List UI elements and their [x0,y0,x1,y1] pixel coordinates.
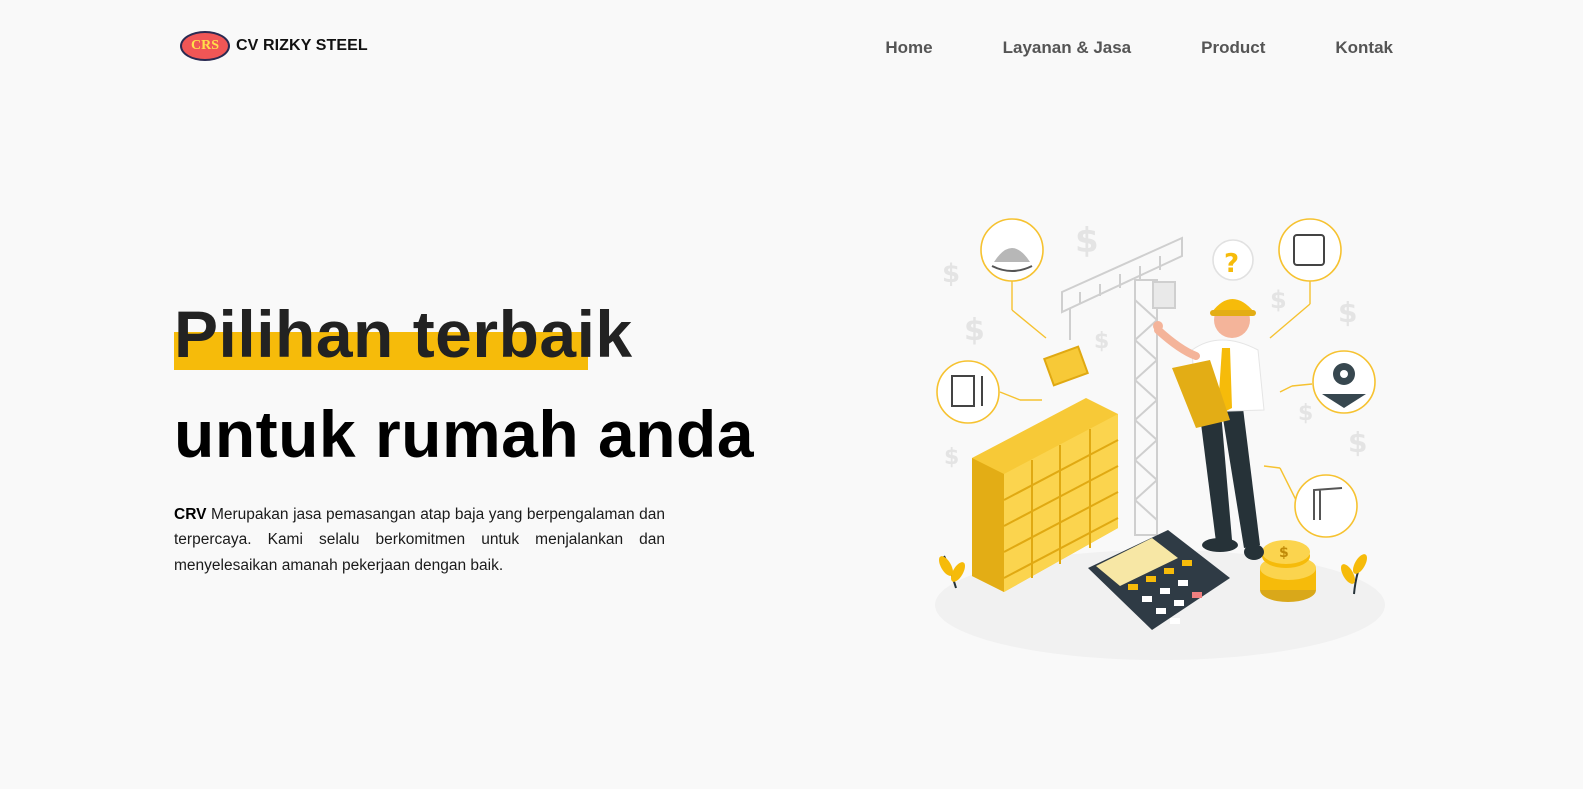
hero-title-line1: Pilihan terbaik [174,297,633,371]
svg-text:?: ? [1224,249,1239,279]
logo-text: CRS [190,38,219,53]
coin-stack-icon: $ [1260,540,1316,602]
worker-figure [1153,299,1265,560]
hero-description-text: Merupakan jasa pemasangan atap baja yang… [174,505,665,574]
brand-logo[interactable]: CRS [180,31,230,61]
hero-title: Pilihan terbaik untuk rumah anda [174,292,754,476]
main-menu: Home Layanan & Jasa Product Kontak [885,38,1393,58]
svg-text:$: $ [1270,286,1287,314]
hero-title-line1-wrap: Pilihan terbaik [174,292,633,376]
nav-product-link[interactable]: Product [1201,38,1265,58]
construction-illustration: $ $ $ $ $ $ $ $ $ $ ? [935,218,1385,660]
svg-text:$: $ [1348,426,1367,459]
brand-name[interactable]: CV RIZKY STEEL [236,37,368,55]
svg-text:$: $ [964,313,985,348]
top-navbar: CRS CV RIZKY STEEL Home Layanan & Jasa P… [0,0,1583,94]
nav-home-link[interactable]: Home [885,38,932,58]
svg-text:$: $ [1075,221,1099,261]
brand[interactable]: CRS CV RIZKY STEEL [180,31,368,61]
hero-title-line2: untuk rumah anda [174,397,755,471]
crane-bubble [1294,474,1358,538]
hero-description: CRV Merupakan jasa pemasangan atap baja … [174,502,665,579]
nav-contact-link[interactable]: Kontak [1335,38,1393,58]
svg-text:$: $ [1298,401,1313,426]
hero-description-bold: CRV [174,505,207,523]
nav-services-link[interactable]: Layanan & Jasa [1003,38,1132,58]
svg-text:$: $ [1094,329,1109,354]
svg-text:$: $ [942,259,960,289]
svg-text:$: $ [1279,545,1289,561]
svg-text:$: $ [1338,296,1357,329]
svg-text:$: $ [944,445,959,470]
